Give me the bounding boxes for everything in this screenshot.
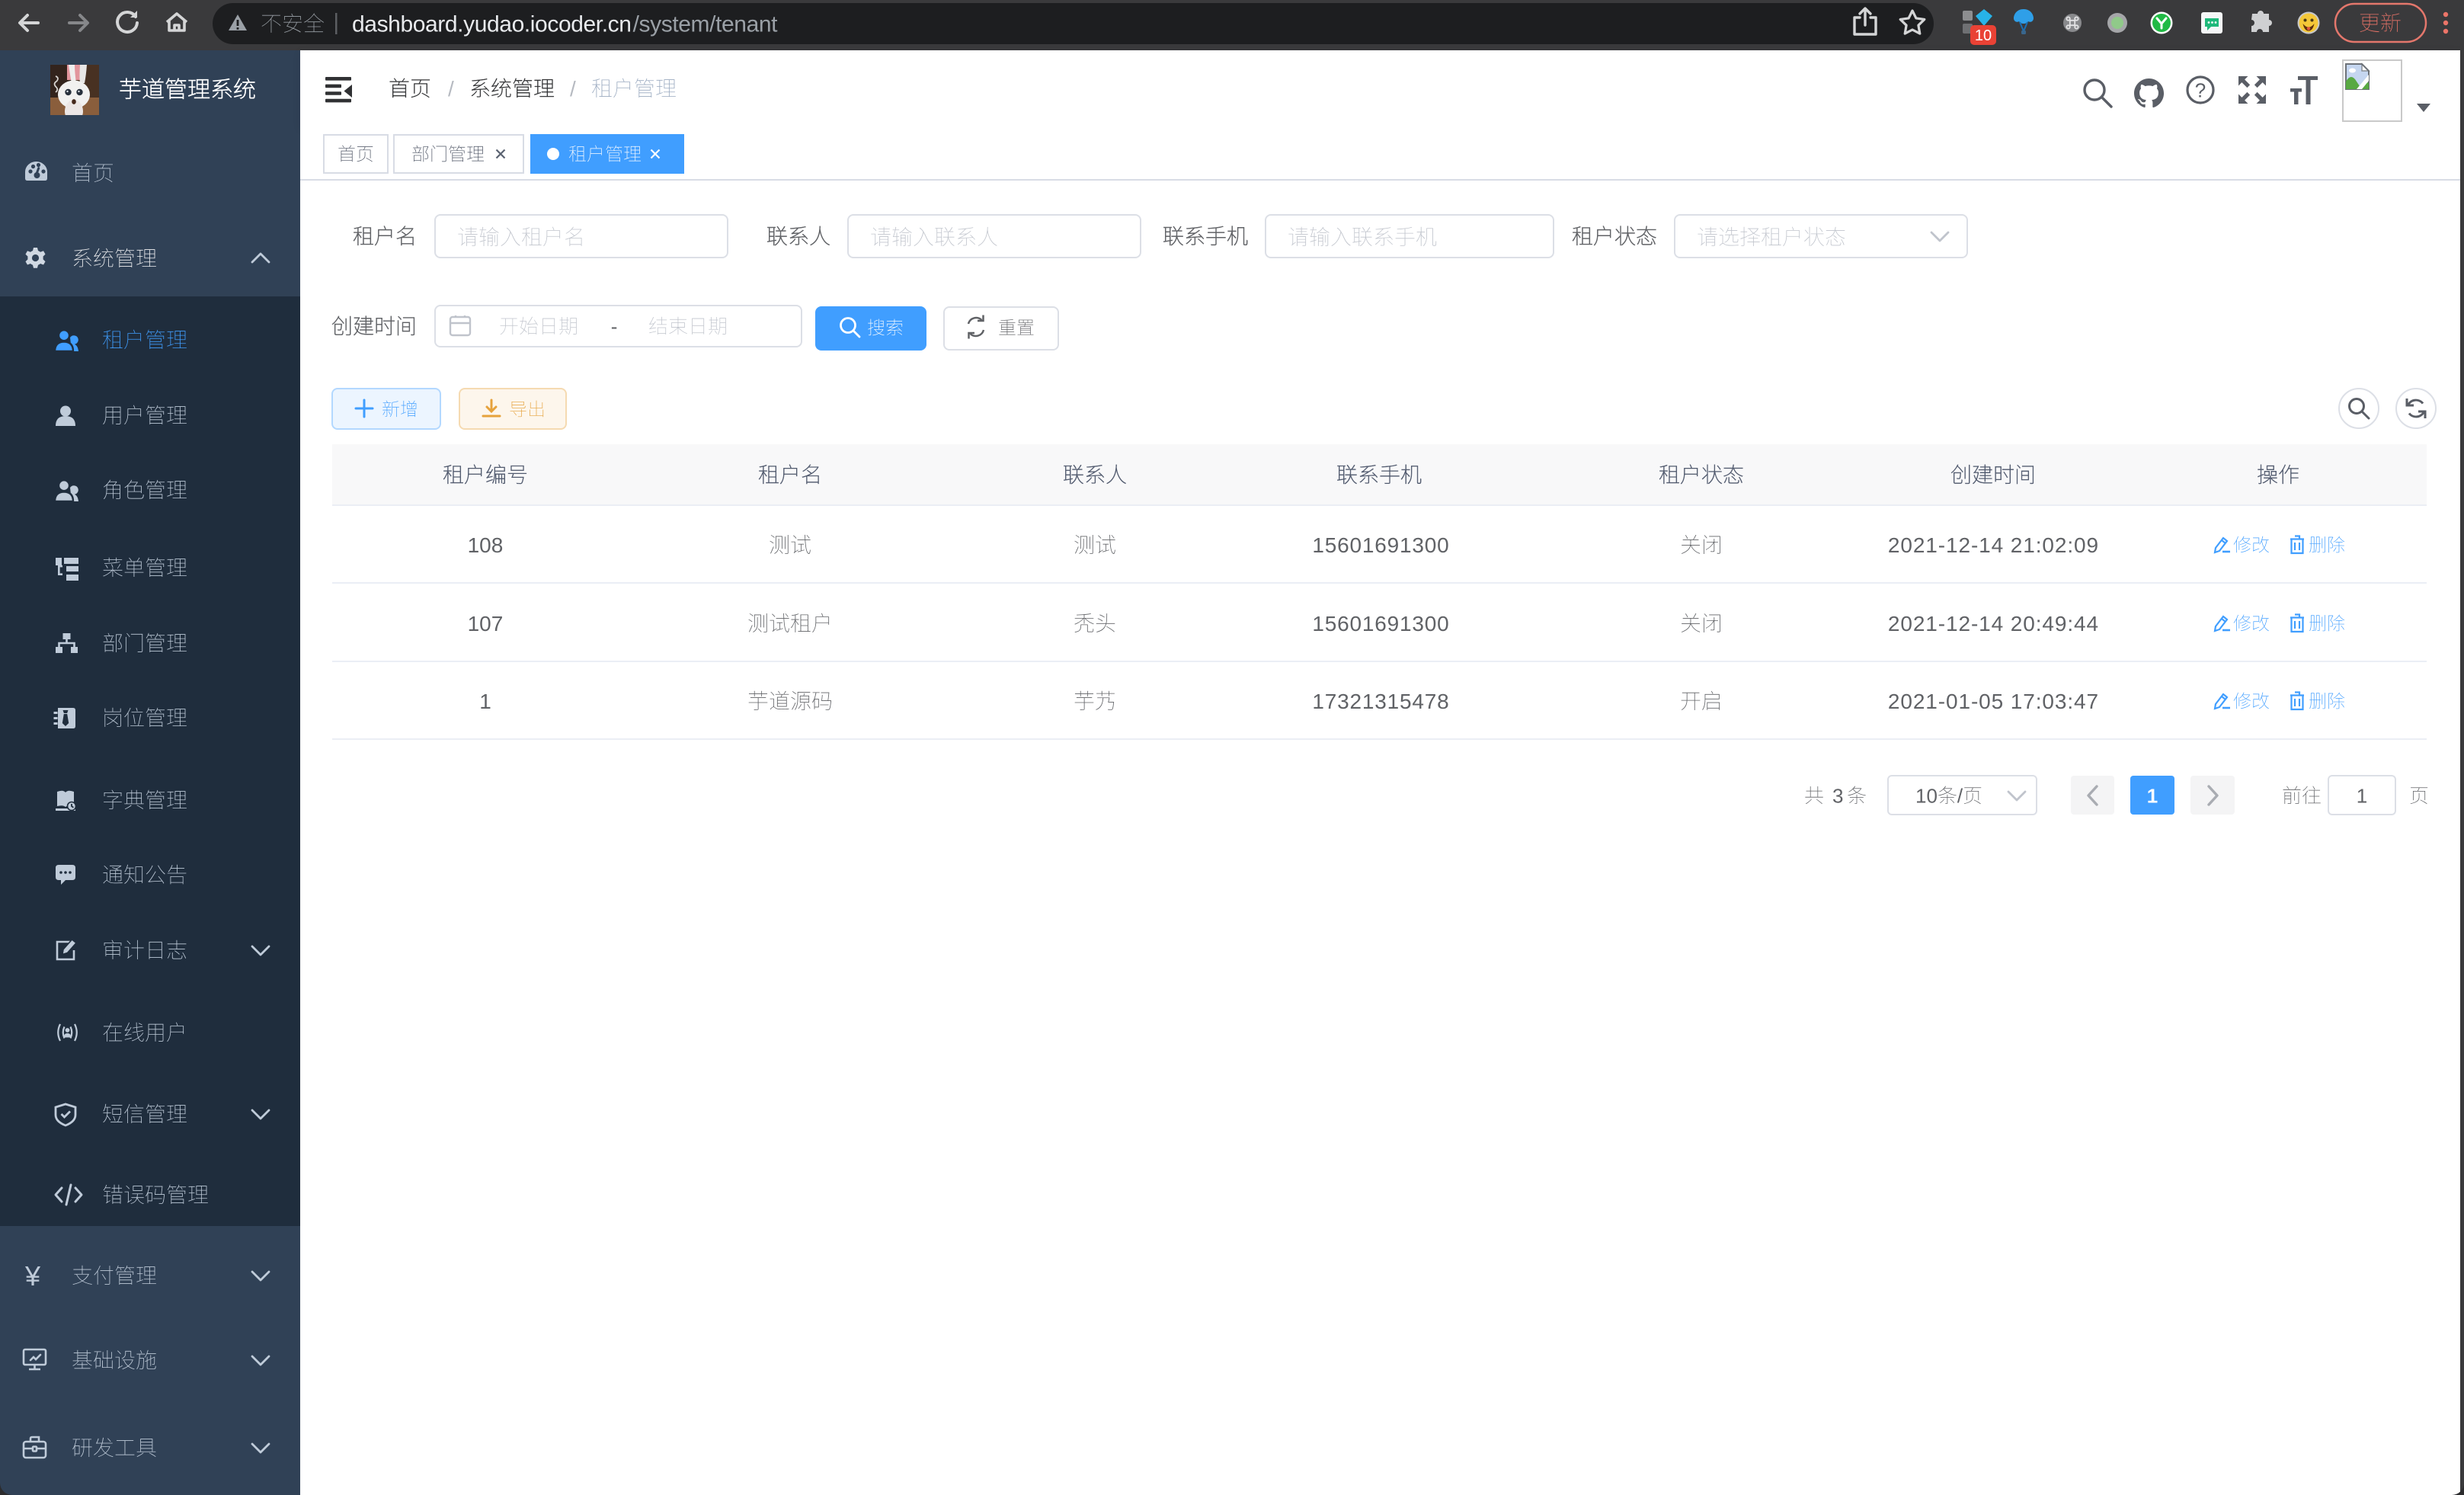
svg-text:dashboard.yudao.iocoder.cn: dashboard.yudao.iocoder.cn: [352, 12, 632, 37]
svg-text:3: 3: [1832, 784, 1843, 807]
svg-text:/: /: [570, 77, 576, 101]
svg-text:/: /: [448, 77, 454, 101]
svg-text:10: 10: [1915, 784, 1938, 807]
svg-text:2021-12-14 21:02:09: 2021-12-14 21:02:09: [1888, 533, 2099, 557]
svg-text:/: /: [1957, 784, 1963, 807]
svg-text:1: 1: [479, 690, 491, 713]
svg-text:1: 1: [2147, 784, 2158, 807]
svg-text:2021-12-14 20:49:44: 2021-12-14 20:49:44: [1888, 612, 2099, 635]
svg-text:15601691300: 15601691300: [1312, 533, 1449, 557]
svg-text:17321315478: 17321315478: [1312, 690, 1449, 713]
svg-text:-: -: [611, 315, 618, 338]
svg-text:?: ?: [2195, 78, 2206, 101]
svg-text:108: 108: [468, 533, 504, 557]
svg-text:/system/tenant: /system/tenant: [633, 12, 779, 37]
svg-text:¥: ¥: [24, 1260, 41, 1292]
svg-text:1: 1: [2357, 784, 2367, 807]
svg-text:2021-01-05 17:03:47: 2021-01-05 17:03:47: [1888, 690, 2099, 713]
svg-text:15601691300: 15601691300: [1312, 612, 1449, 635]
svg-text:107: 107: [468, 612, 504, 635]
svg-text:10: 10: [1975, 27, 1992, 44]
